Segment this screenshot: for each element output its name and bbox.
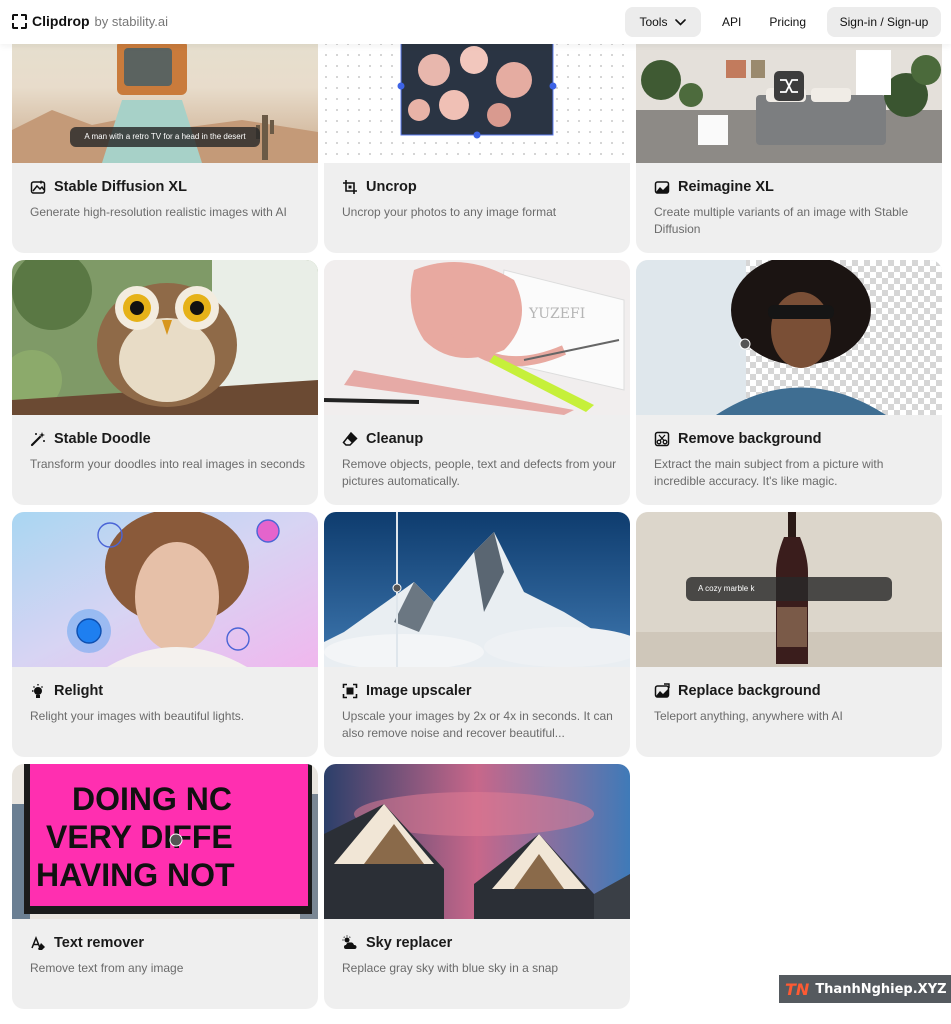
card-image: DOING NC VERY DIFFE HAVING NOT <box>12 764 318 919</box>
nav-menu: Tools API Pricing Sign-in / Sign-up <box>624 7 941 37</box>
card-description: Generate high-resolution realistic image… <box>30 205 287 219</box>
tool-card-remove-background[interactable]: Remove background Extract the main subje… <box>636 260 942 505</box>
top-navbar: Clipdrop by stability.ai Tools API Prici… <box>0 0 951 44</box>
card-title: Cleanup <box>366 431 424 447</box>
billboard-line-2: VERY DIFFE <box>46 819 233 855</box>
card-title: Sky replacer <box>366 935 453 951</box>
watermark-text: ThanhNghiep.XYZ <box>815 981 947 997</box>
card-image <box>12 512 318 667</box>
card-title: Replace background <box>678 683 821 699</box>
card-description: Replace gray sky with blue sky in a snap <box>342 961 559 975</box>
sign-in-button[interactable]: Sign-in / Sign-up <box>827 7 941 37</box>
card-title: Stable Diffusion XL <box>54 179 187 195</box>
brand-byline: by stability.ai <box>94 13 169 29</box>
tools-dropdown-button[interactable]: Tools <box>624 7 701 37</box>
card-title: Text remover <box>54 935 144 951</box>
crop-icon <box>343 180 357 194</box>
card-title: Uncrop <box>366 179 417 195</box>
card-image <box>636 260 942 415</box>
card-description: Transform your doodles into real images … <box>30 457 306 471</box>
card-title: Stable Doodle <box>54 431 151 447</box>
card-image <box>12 260 318 415</box>
scissors-icon <box>654 431 670 447</box>
magic-wand-icon <box>30 432 45 447</box>
tool-card-relight[interactable]: Relight Relight your images with beautif… <box>12 512 318 757</box>
card-description: Relight your images with beautiful light… <box>30 709 245 723</box>
tool-card-text-remover[interactable]: DOING NC VERY DIFFE HAVING NOT Text remo… <box>12 764 318 1009</box>
card-title: Relight <box>54 683 104 699</box>
card-description: Uncrop your photos to any image format <box>342 205 557 219</box>
card-description: Teleport anything, anywhere with AI <box>654 709 843 723</box>
prompt-overlay: A cozy marble k <box>686 577 892 601</box>
pricing-link[interactable]: Pricing <box>769 15 806 29</box>
billboard-line-3: HAVING NOT <box>36 857 235 893</box>
image-sparkle-icon <box>30 180 46 194</box>
card-description: Remove text from any image <box>30 961 184 975</box>
card-description: Extract the main subject from a picture … <box>654 457 884 488</box>
billboard-line-1: DOING NC <box>72 781 232 817</box>
card-image: YUZEFI <box>324 260 630 415</box>
clipdrop-logo-icon <box>12 13 27 29</box>
card-description: Remove objects, people, text and defects… <box>342 457 617 488</box>
tool-card-replace-background[interactable]: A cozy marble k Replace background Telep… <box>636 512 942 757</box>
clipdrop-logo[interactable]: Clipdrop by stability.ai <box>12 13 168 29</box>
card-image: A cozy marble k <box>636 512 942 667</box>
card-description: Create multiple variants of an image wit… <box>654 205 909 236</box>
tool-card-image-upscaler[interactable]: Image upscaler Upscale your images by 2x… <box>324 512 630 757</box>
watermark: TN ThanhNghiep.XYZ <box>779 975 951 1003</box>
card-image <box>324 512 630 667</box>
tools-label: Tools <box>639 15 668 29</box>
card-description: Upscale your images by 2x or 4x in secon… <box>342 709 613 740</box>
image-variants-icon <box>654 181 670 194</box>
tool-card-cleanup[interactable]: YUZEFI Cleanup Remove objects, people, t… <box>324 260 630 505</box>
lightbulb-icon <box>32 684 43 698</box>
sky-icon <box>342 935 357 949</box>
api-link[interactable]: API <box>722 15 741 29</box>
tool-card-sky-replacer[interactable]: Sky replacer Replace gray sky with blue … <box>324 764 630 1009</box>
text-remove-icon <box>31 935 45 950</box>
card-title: Image upscaler <box>366 683 472 699</box>
tool-card-stable-doodle[interactable]: Stable Doodle Transform your doodles int… <box>12 260 318 505</box>
card-title: Remove background <box>678 431 822 447</box>
brand-name: Clipdrop <box>32 13 90 29</box>
upscale-icon <box>342 683 358 699</box>
replace-image-icon <box>654 683 670 698</box>
prompt-overlay: A man with a retro TV for a head in the … <box>70 127 260 147</box>
card-image <box>324 764 630 919</box>
svg-text:YUZEFI: YUZEFI <box>528 306 585 322</box>
watermark-logo: TN <box>785 979 810 999</box>
card-title: Reimagine XL <box>678 179 774 195</box>
chevron-down-icon <box>675 18 687 26</box>
eraser-icon <box>342 431 358 446</box>
